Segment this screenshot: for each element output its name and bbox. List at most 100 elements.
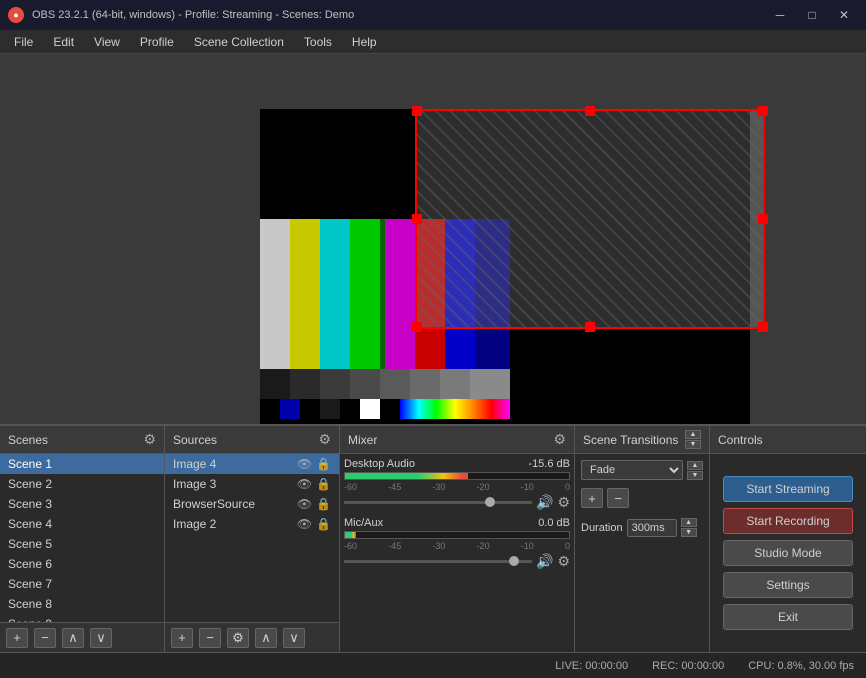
rec-status: REC: 00:00:00 [652,660,724,672]
sources-panel-title: Sources [173,433,217,447]
lock-icon[interactable]: 🔒 [316,497,331,511]
channel-db: -15.6 dB [528,458,570,470]
duration-down[interactable]: ▼ [681,528,697,537]
lock-icon[interactable]: 🔒 [316,517,331,531]
volume-slider[interactable] [344,560,532,563]
scenes-panel-header: Scenes ⚙ [0,426,164,454]
add-scene-button[interactable]: + [6,628,28,648]
mixer-config-icon[interactable]: ⚙ [553,431,566,448]
remove-scene-button[interactable]: − [34,628,56,648]
sources-panel-footer: + − ⚙ ∧ ∨ [165,622,339,652]
meter-bar [344,531,570,539]
start-streaming-button[interactable]: Start Streaming [723,476,853,502]
source-item[interactable]: BrowserSource 👁 🔒 [165,494,339,514]
duration-input[interactable] [627,519,677,537]
eye-icon[interactable]: 👁 [297,457,312,471]
channel-header: Desktop Audio -15.6 dB [344,458,570,470]
menu-help[interactable]: Help [342,33,387,51]
duration-up[interactable]: ▲ [681,518,697,527]
minimize-button[interactable]: ─ [766,5,794,25]
controls-panel-title: Controls [718,433,763,447]
start-recording-button[interactable]: Start Recording [723,508,853,534]
sources-config-icon[interactable]: ⚙ [318,431,331,448]
controls-panel-header: Controls [710,426,866,454]
move-source-up-button[interactable]: ∧ [255,628,277,648]
channel-settings-icon[interactable]: ⚙ [557,553,570,570]
scene-item[interactable]: Scene 1 [0,454,164,474]
remove-source-button[interactable]: − [199,628,221,648]
transition-select[interactable]: Fade Cut Move Wipe Swipe Slide Stinger [581,460,683,480]
scene-item[interactable]: Scene 4 [0,514,164,534]
window-controls[interactable]: ─ □ ✕ [766,5,858,25]
source-name: Image 4 [173,457,216,471]
transition-type-up[interactable]: ▲ [687,461,703,470]
transitions-config-spinners[interactable]: ▲ ▼ [685,430,701,449]
eye-icon[interactable]: 👁 [297,517,312,531]
menu-file[interactable]: File [4,33,43,51]
move-scene-down-button[interactable]: ∨ [90,628,112,648]
studio-mode-button[interactable]: Studio Mode [723,540,853,566]
controls-content: Start Streaming Start Recording Studio M… [710,454,866,652]
scene-item[interactable]: Scene 5 [0,534,164,554]
status-bar: LIVE: 00:00:00 REC: 00:00:00 CPU: 0.8%, … [0,652,866,678]
eye-icon[interactable]: 👁 [297,497,312,511]
menu-view[interactable]: View [84,33,130,51]
menu-edit[interactable]: Edit [43,33,84,51]
title-bar-left: ● OBS 23.2.1 (64-bit, windows) - Profile… [8,7,354,23]
move-scene-up-button[interactable]: ∧ [62,628,84,648]
selection-hatch [415,109,765,329]
source-name: Image 2 [173,517,216,531]
scene-item[interactable]: Scene 6 [0,554,164,574]
transition-type-down[interactable]: ▼ [687,471,703,480]
scene-item[interactable]: Scene 8 [0,594,164,614]
mute-icon[interactable]: 🔊 [536,494,553,511]
channel-db: 0.0 dB [538,517,570,529]
source-item[interactable]: Image 4 👁 🔒 [165,454,339,474]
close-button[interactable]: ✕ [830,5,858,25]
maximize-button[interactable]: □ [798,5,826,25]
duration-spinners[interactable]: ▲ ▼ [681,518,697,537]
mute-icon[interactable]: 🔊 [536,553,553,570]
bottom-panels: Scenes ⚙ Scene 1 Scene 2 Scene 3 Scene 4… [0,424,866,652]
move-source-down-button[interactable]: ∨ [283,628,305,648]
transition-type-spinners[interactable]: ▲ ▼ [687,461,703,480]
meter-fill [345,473,468,479]
mixer-panel-header: Mixer ⚙ [340,426,574,454]
menu-scene-collection[interactable]: Scene Collection [184,33,294,51]
source-settings-button[interactable]: ⚙ [227,628,249,648]
mixer-content: Desktop Audio -15.6 dB -60-45-30-20-100 … [340,454,574,652]
menu-tools[interactable]: Tools [294,33,342,51]
volume-knob[interactable] [509,556,519,566]
transition-spin-down[interactable]: ▼ [685,440,701,449]
channel-name: Desktop Audio [344,458,415,470]
scene-item[interactable]: Scene 3 [0,494,164,514]
source-item[interactable]: Image 3 👁 🔒 [165,474,339,494]
add-source-button[interactable]: + [171,628,193,648]
scene-item[interactable]: Scene 2 [0,474,164,494]
settings-button[interactable]: Settings [723,572,853,598]
source-icons: 👁 🔒 [297,457,331,471]
volume-knob[interactable] [485,497,495,507]
volume-slider[interactable] [344,501,532,504]
controls-panel: Controls Start Streaming Start Recording… [710,426,866,652]
menu-profile[interactable]: Profile [130,33,184,51]
exit-button[interactable]: Exit [723,604,853,630]
add-transition-button[interactable]: + [581,488,603,508]
eye-icon[interactable]: 👁 [297,477,312,491]
channel-settings-icon[interactable]: ⚙ [557,494,570,511]
mixer-panel-title: Mixer [348,433,377,447]
lock-icon[interactable]: 🔒 [316,457,331,471]
transition-select-row: Fade Cut Move Wipe Swipe Slide Stinger ▲… [581,460,703,480]
remove-transition-button[interactable]: − [607,488,629,508]
preview-area [0,54,866,424]
transition-spin-up[interactable]: ▲ [685,430,701,439]
duration-label: Duration [581,522,623,534]
lock-icon[interactable]: 🔒 [316,477,331,491]
scene-item[interactable]: Scene 7 [0,574,164,594]
title-bar: ● OBS 23.2.1 (64-bit, windows) - Profile… [0,0,866,30]
source-name: Image 3 [173,477,216,491]
live-status: LIVE: 00:00:00 [555,660,628,672]
scenes-config-icon[interactable]: ⚙ [143,431,156,448]
source-item[interactable]: Image 2 👁 🔒 [165,514,339,534]
scene-item[interactable]: Scene 9 [0,614,164,622]
